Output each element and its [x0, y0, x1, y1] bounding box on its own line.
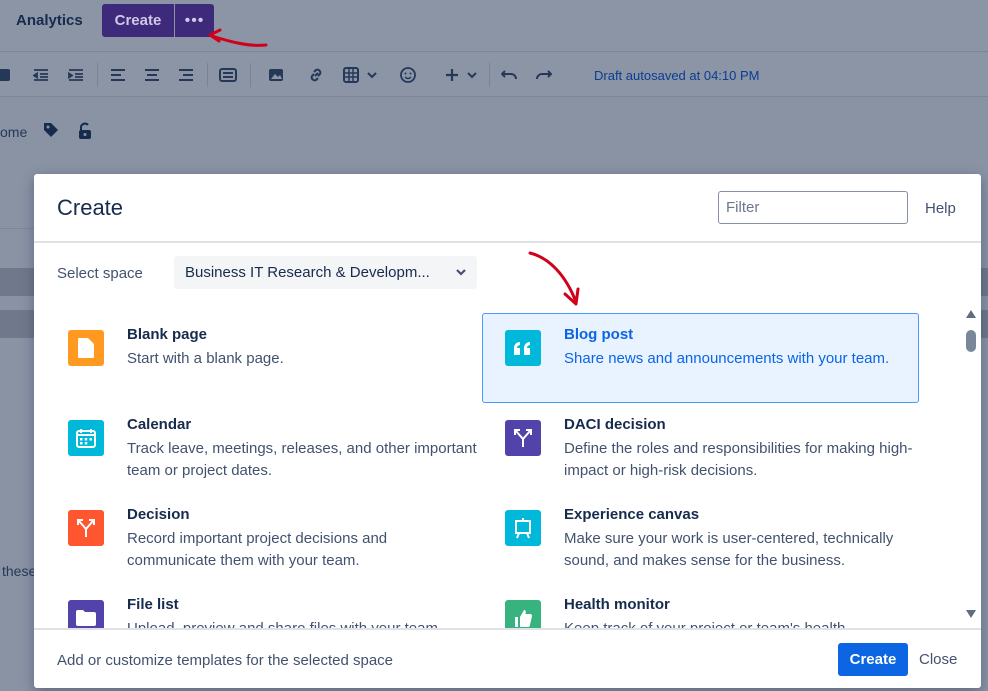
- filter-input[interactable]: [718, 191, 908, 224]
- dialog-create-button[interactable]: Create: [838, 643, 908, 676]
- scroll-up-arrow-icon[interactable]: [966, 310, 976, 318]
- template-decision[interactable]: Decision Record important project decisi…: [45, 493, 482, 583]
- template-scrollbar[interactable]: [964, 310, 978, 622]
- decision-fork-icon: [68, 510, 104, 546]
- canvas-icon: [505, 510, 541, 546]
- blank-page-icon: [68, 330, 104, 366]
- template-title: Decision: [127, 506, 190, 523]
- help-link[interactable]: Help: [925, 200, 956, 217]
- toolbar-divider: [97, 63, 98, 87]
- align-left-icon[interactable]: [108, 65, 128, 85]
- outdent-icon[interactable]: [31, 65, 51, 85]
- template-title: DACI decision: [564, 416, 666, 433]
- template-file-list[interactable]: File list Upload, preview and share file…: [45, 583, 482, 628]
- template-health-monitor[interactable]: Health monitor Keep track of your projec…: [482, 583, 919, 628]
- label-tag-icon[interactable]: [43, 122, 61, 140]
- emoji-icon[interactable]: [398, 65, 418, 85]
- template-description: Make sure your work is user-centered, te…: [564, 530, 894, 569]
- background-block: [981, 268, 988, 296]
- dialog-footer: Add or customize templates for the selec…: [34, 628, 981, 688]
- template-description: Share news and announcements with your t…: [564, 350, 890, 367]
- scroll-down-arrow-icon[interactable]: [966, 610, 976, 618]
- template-blog-post[interactable]: Blog post Share news and announcements w…: [482, 313, 919, 403]
- background-block: [981, 310, 988, 338]
- divider: [0, 228, 34, 229]
- align-center-icon[interactable]: [142, 65, 162, 85]
- background-block: [0, 268, 34, 296]
- template-title: Calendar: [127, 416, 192, 433]
- breadcrumb-fragment: ome: [0, 124, 28, 140]
- dialog-close-button[interactable]: Close: [919, 651, 957, 668]
- image-icon[interactable]: [266, 65, 286, 85]
- dialog-title: Create: [57, 195, 124, 220]
- template-blank-page[interactable]: Blank page Start with a blank page.: [45, 313, 482, 403]
- body-text-fragment: these: [2, 563, 37, 579]
- dialog-header: Create Help: [34, 174, 981, 243]
- redo-icon[interactable]: [534, 65, 554, 85]
- template-title: Health monitor: [564, 596, 670, 613]
- unlock-icon[interactable]: [77, 122, 95, 140]
- scroll-thumb[interactable]: [966, 330, 976, 352]
- plus-icon[interactable]: [442, 65, 462, 85]
- top-navigation: Analytics Create •••: [0, 0, 988, 52]
- editor-toolbar: Draft autosaved at 04:10 PM: [0, 53, 988, 97]
- space-select-value: Business IT Research & Developm...: [185, 264, 430, 281]
- template-description: Record important project decisions and c…: [127, 530, 388, 569]
- template-description: Keep track of your project or team's hea…: [564, 618, 914, 628]
- quote-icon: [505, 330, 541, 366]
- create-button[interactable]: Create: [102, 4, 174, 37]
- decision-fork-icon: [505, 420, 541, 456]
- template-title: Blank page: [127, 326, 208, 343]
- select-space-label: Select space: [57, 265, 143, 282]
- create-dialog: Create Help Select space Business IT Res…: [34, 174, 981, 688]
- undo-icon[interactable]: [499, 65, 519, 85]
- chevron-down-icon[interactable]: [462, 65, 482, 85]
- chevron-down-icon[interactable]: [362, 65, 382, 85]
- checkbox-icon[interactable]: [0, 65, 14, 85]
- template-experience-canvas[interactable]: Experience canvas Make sure your work is…: [482, 493, 919, 583]
- calendar-icon: [68, 420, 104, 456]
- template-title: Blog post: [564, 326, 634, 343]
- template-description: Upload, preview and share files with you…: [127, 618, 477, 628]
- template-description: Start with a blank page.: [127, 350, 284, 367]
- analytics-link[interactable]: Analytics: [16, 12, 83, 29]
- toolbar-divider: [250, 63, 251, 87]
- table-icon[interactable]: [341, 65, 361, 85]
- customize-templates-link[interactable]: Add or customize templates for the selec…: [57, 652, 393, 669]
- link-icon[interactable]: [306, 65, 326, 85]
- toolbar-divider: [489, 63, 490, 87]
- layout-icon[interactable]: [218, 65, 238, 85]
- template-list: Blank page Start with a blank page. Blog…: [34, 304, 981, 628]
- template-description: Track leave, meetings, releases, and oth…: [127, 440, 477, 479]
- thumbs-up-icon: [505, 600, 541, 628]
- template-description: Define the roles and responsibilities fo…: [564, 440, 913, 479]
- align-right-icon[interactable]: [176, 65, 196, 85]
- template-calendar[interactable]: Calendar Track leave, meetings, releases…: [45, 403, 482, 493]
- indent-icon[interactable]: [66, 65, 86, 85]
- toolbar-divider: [207, 63, 208, 87]
- space-select[interactable]: Business IT Research & Developm...: [174, 256, 477, 289]
- template-title: File list: [127, 596, 179, 613]
- background-block: [0, 310, 34, 338]
- template-daci-decision[interactable]: DACI decision Define the roles and respo…: [482, 403, 919, 493]
- folder-icon: [68, 600, 104, 628]
- more-options-button[interactable]: •••: [175, 4, 214, 37]
- template-title: Experience canvas: [564, 506, 700, 523]
- draft-status: Draft autosaved at 04:10 PM: [594, 68, 760, 83]
- chevron-down-icon: [456, 269, 466, 276]
